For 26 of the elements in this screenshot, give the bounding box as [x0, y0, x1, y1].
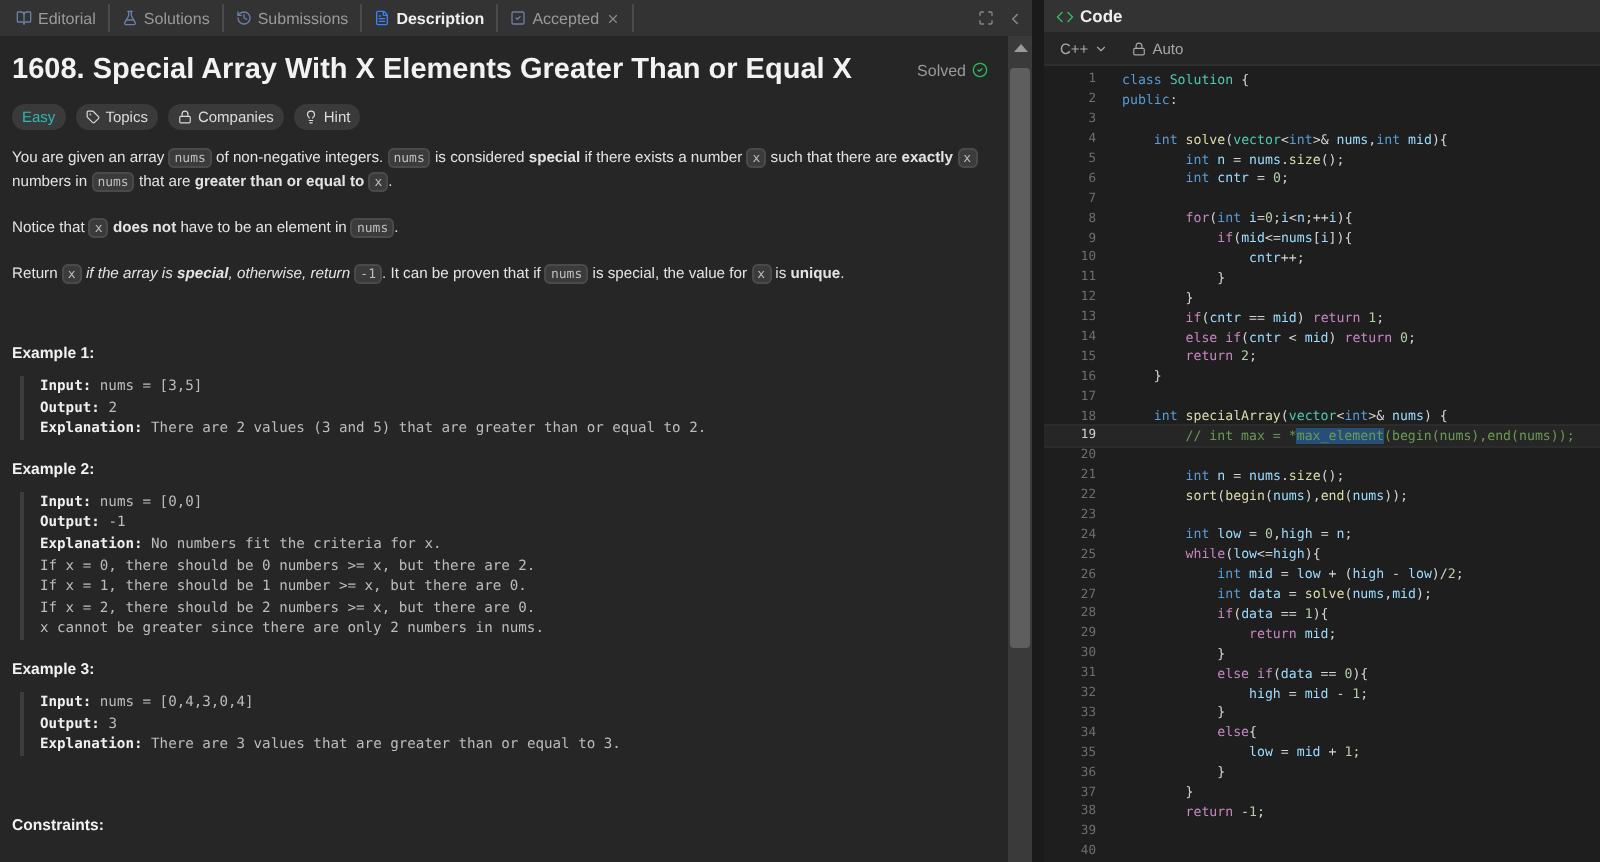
lock-icon [177, 110, 192, 124]
solved-status: Solved [917, 61, 988, 79]
close-icon[interactable] [605, 11, 620, 25]
lightbulb-icon [303, 110, 318, 124]
history-icon [235, 10, 252, 26]
panel-title: Code [1080, 6, 1123, 26]
tab[interactable]: Submissions [223, 4, 363, 32]
tab[interactable]: Editorial [4, 4, 110, 32]
lock-icon [1132, 41, 1147, 55]
tag-icon [85, 110, 100, 124]
collapse-icon[interactable] [1006, 9, 1024, 27]
tab[interactable]: Solutions [109, 4, 224, 32]
tab[interactable]: Accepted [498, 4, 634, 32]
scrollbar[interactable] [1008, 36, 1032, 862]
checkbox-icon [510, 10, 527, 26]
caret-icon [1094, 41, 1109, 55]
document-icon [374, 10, 391, 26]
problem-title: 1608. Special Array With X Elements Greater Than or Equal X [12, 54, 852, 86]
check-circle-icon [972, 62, 988, 78]
scroll-thumb[interactable] [1010, 68, 1030, 648]
flask-icon [121, 10, 138, 26]
maximize-icon[interactable] [978, 10, 994, 26]
code-icon [1056, 7, 1074, 25]
book-icon [16, 10, 32, 26]
tab[interactable]: Description [362, 4, 499, 32]
scroll-up-icon[interactable] [1013, 44, 1027, 52]
